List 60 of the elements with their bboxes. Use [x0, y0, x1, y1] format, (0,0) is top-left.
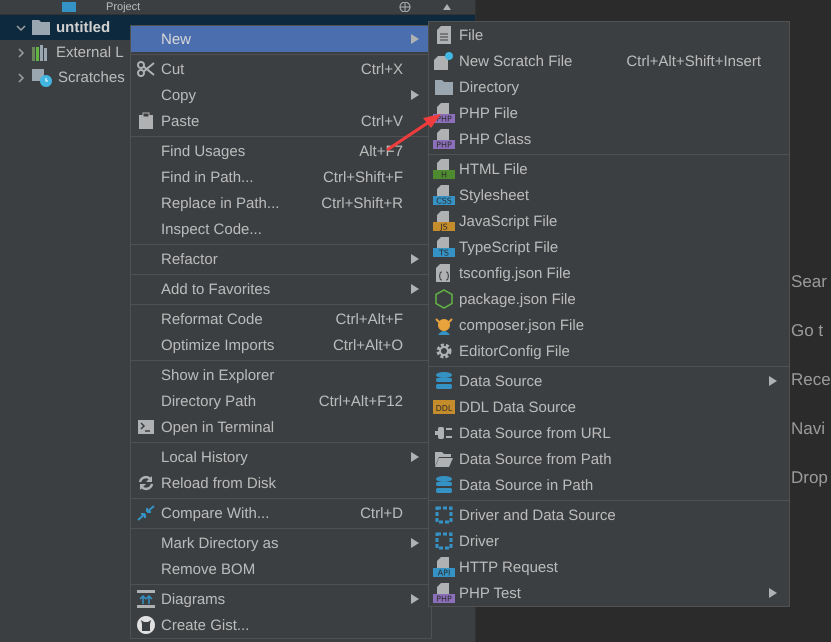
menu-item-label: Data Source from URL: [459, 424, 612, 442]
menu-item-label: Inspect Code...: [161, 220, 263, 238]
menu-item-label: New: [161, 30, 192, 48]
editor-hint: Drop: [791, 468, 829, 488]
menu-item-label: Create Gist...: [161, 616, 250, 634]
shortcut-label: Ctrl+D: [360, 504, 403, 522]
menu-item-label: Reload from Disk: [161, 474, 278, 492]
menu-item-label: Data Source from Path: [459, 450, 613, 468]
menu-item-label: Directory: [459, 78, 520, 96]
menu-item-label: Optimize Imports: [161, 336, 276, 354]
menu-item-label: Local History: [161, 448, 249, 466]
menu-item-label: Driver: [459, 532, 500, 550]
menu-item-label: Show in Explorer: [161, 366, 276, 384]
menu-item-label: Paste: [161, 112, 200, 130]
menu-item-label: Find in Path...: [161, 168, 255, 186]
menu-item-label: New Scratch File: [459, 52, 574, 70]
shortcut-label: Ctrl+V: [360, 112, 403, 130]
shortcut-label: Ctrl+Alt+O: [332, 336, 403, 354]
panel-title: Project: [106, 1, 140, 13]
menu-item-label: Copy: [161, 86, 198, 104]
menu-item-label: Remove BOM: [161, 560, 256, 578]
editor-hint: Go t: [791, 321, 824, 341]
shortcut-label: Ctrl+X: [360, 60, 403, 78]
menu-item-label: Data Source in Path: [459, 476, 594, 494]
menu-item-label: Cut: [161, 60, 186, 78]
menu-item-label: Directory Path: [161, 392, 258, 410]
menu-item-label: File: [459, 26, 484, 44]
menu-item-label: Find Usages: [161, 142, 246, 160]
editor-hint: Sear: [791, 272, 828, 292]
menu-item-label: PHP File: [459, 104, 519, 122]
menu-item-label: Stylesheet: [459, 186, 530, 204]
menu-item-label: HTTP Request: [459, 558, 559, 576]
menu-item-label: HTML File: [459, 160, 529, 178]
editor-hint: Rece: [791, 370, 831, 390]
menu-item-label: tsconfig.json File: [459, 264, 572, 282]
menu-item-label: Data Source: [459, 372, 544, 390]
menu-item-label: Driver and Data Source: [459, 506, 617, 524]
menu-item-label: PHP Class: [459, 130, 532, 148]
shortcut-label: Ctrl+Alt+Shift+Insert: [626, 52, 761, 70]
menu-item-label: JavaScript File: [459, 212, 558, 230]
menu-item-label: Diagrams: [161, 590, 226, 608]
menu-item-label: Reformat Code: [161, 310, 264, 328]
menu-item-label: Compare With...: [161, 504, 270, 522]
menu-item-label: Replace in Path...: [161, 194, 280, 212]
ddl-badge-icon: DDL: [433, 400, 455, 414]
menu-item-label: PHP Test: [459, 584, 522, 602]
editor-hint: Navi: [791, 419, 826, 439]
menu-item-label: Refactor: [161, 250, 219, 268]
menu-item-label: DDL Data Source: [459, 398, 577, 416]
menu-item-label: package.json File: [459, 290, 577, 308]
shortcut-label: Ctrl+Alt+F: [335, 310, 403, 328]
menu-item-label: EditorConfig File: [459, 342, 571, 360]
shortcut-label: Ctrl+Shift+F: [322, 168, 403, 186]
menu-item-label: Open in Terminal: [161, 418, 276, 436]
menu-item-label: TypeScript File: [459, 238, 560, 256]
shortcut-label: Ctrl+Shift+R: [321, 194, 403, 212]
menu-item-label: Add to Favorites: [161, 280, 272, 298]
menu-item-label: Mark Directory as: [161, 534, 280, 552]
shortcut-label: Ctrl+Alt+F12: [318, 392, 403, 410]
menu-item-label: composer.json File: [459, 316, 586, 334]
